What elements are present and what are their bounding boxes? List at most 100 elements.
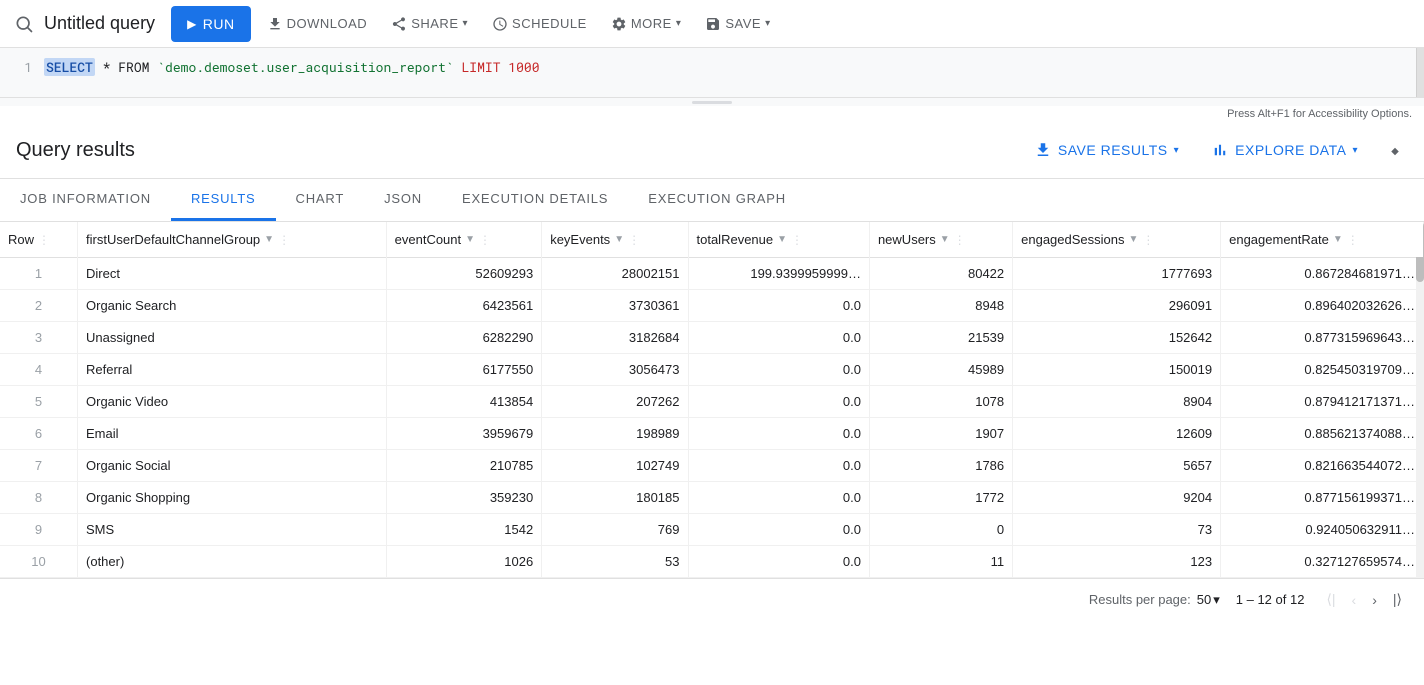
cell-channel: Unassigned <box>78 322 387 354</box>
cell-eventcount: 1542 <box>386 514 542 546</box>
sort-icon-totalrevenue[interactable]: ▼ <box>777 234 787 245</box>
download-icon <box>267 16 283 32</box>
cell-engagedsessions: 9204 <box>1013 482 1221 514</box>
col-resize-channel[interactable]: ⋮ <box>278 233 286 247</box>
prev-page-button[interactable]: ‹ <box>1346 588 1363 612</box>
cell-keyevents: 180185 <box>542 482 688 514</box>
cell-keyevents: 53 <box>542 546 688 578</box>
results-table-container[interactable]: Row ⋮ firstUserDefaultChannelGroup ▼ ⋮ <box>0 222 1424 578</box>
cell-channel: Referral <box>78 354 387 386</box>
col-header-totalrevenue: totalRevenue ▼ ⋮ <box>688 222 869 258</box>
col-resize-totalrevenue[interactable]: ⋮ <box>791 233 799 247</box>
sql-editor[interactable]: 1 SELECT * FROM `demo.demoset.user_acqui… <box>0 48 1424 98</box>
cell-newusers: 0 <box>869 514 1012 546</box>
sql-line-1: 1 SELECT * FROM `demo.demoset.user_acqui… <box>0 56 1424 78</box>
save-results-button[interactable]: SAVE RESULTS ▾ <box>1026 132 1187 168</box>
cell-totalrevenue: 0.0 <box>688 290 869 322</box>
cell-row-num: 4 <box>0 354 78 386</box>
cell-keyevents: 3182684 <box>542 322 688 354</box>
cell-channel: Direct <box>78 258 387 290</box>
download-button[interactable]: DOWNLOAD <box>259 6 376 42</box>
col-header-channel: firstUserDefaultChannelGroup ▼ ⋮ <box>78 222 387 258</box>
cell-channel: Email <box>78 418 387 450</box>
sql-scrollbar[interactable] <box>1416 48 1424 97</box>
sort-icon-channel[interactable]: ▼ <box>264 234 274 245</box>
cell-engagedsessions: 12609 <box>1013 418 1221 450</box>
col-resize-engagementrate[interactable]: ⋮ <box>1347 233 1355 247</box>
vertical-scrollbar[interactable] <box>1416 222 1424 578</box>
cell-engagedsessions: 73 <box>1013 514 1221 546</box>
sort-icon-eventcount[interactable]: ▼ <box>465 234 475 245</box>
line-number: 1 <box>8 58 32 76</box>
first-page-button[interactable]: ⟨| <box>1320 587 1341 612</box>
table-row[interactable]: 5 Organic Video 413854 207262 0.0 1078 8… <box>0 386 1424 418</box>
col-resize-newusers[interactable]: ⋮ <box>954 233 962 247</box>
cell-row-num: 7 <box>0 450 78 482</box>
sql-star: * FROM <box>95 58 157 76</box>
schedule-button[interactable]: SCHEDULE <box>484 6 595 42</box>
sql-table: `demo.demoset.user_acquisition_report` <box>157 58 453 76</box>
tab-job-information[interactable]: JOB INFORMATION <box>0 179 171 221</box>
per-page-chevron-icon: ▾ <box>1213 592 1220 608</box>
sort-icon-engagedsessions[interactable]: ▼ <box>1129 234 1139 245</box>
table-row[interactable]: 7 Organic Social 210785 102749 0.0 1786 … <box>0 450 1424 482</box>
cell-engagedsessions: 5657 <box>1013 450 1221 482</box>
cell-eventcount: 52609293 <box>386 258 542 290</box>
save-button[interactable]: SAVE ▾ <box>697 6 778 42</box>
resize-handle[interactable] <box>0 98 1424 106</box>
cell-engagementrate: 0.885621374088… <box>1221 418 1424 450</box>
col-resize-keyevents[interactable]: ⋮ <box>628 233 636 247</box>
tab-results[interactable]: RESULTS <box>171 179 276 221</box>
top-bar: Untitled query ▶ RUN DOWNLOAD SHARE ▾ SC… <box>0 0 1424 48</box>
cell-row-num: 1 <box>0 258 78 290</box>
explore-data-button[interactable]: EXPLORE DATA ▾ <box>1203 132 1366 168</box>
table-row[interactable]: 10 (other) 1026 53 0.0 11 123 0.32712765… <box>0 546 1424 578</box>
per-page-select[interactable]: 50 ▾ <box>1197 592 1220 608</box>
more-button[interactable]: MORE ▾ <box>603 6 690 42</box>
per-page-label: Results per page: <box>1089 592 1191 607</box>
last-page-button[interactable]: |⟩ <box>1387 587 1408 612</box>
cell-eventcount: 359230 <box>386 482 542 514</box>
share-button[interactable]: SHARE ▾ <box>383 6 476 42</box>
sort-icon-newusers[interactable]: ▼ <box>940 234 950 245</box>
cell-engagementrate: 0.879412171371… <box>1221 386 1424 418</box>
table-row[interactable]: 9 SMS 1542 769 0.0 0 73 0.924050632911… <box>0 514 1424 546</box>
cell-totalrevenue: 0.0 <box>688 546 869 578</box>
tab-execution-details[interactable]: EXECUTION DETAILS <box>442 179 628 221</box>
expand-collapse-button[interactable] <box>1382 137 1408 163</box>
save-results-icon <box>1034 141 1052 159</box>
tab-json[interactable]: JSON <box>364 179 442 221</box>
results-table: Row ⋮ firstUserDefaultChannelGroup ▼ ⋮ <box>0 222 1424 578</box>
sort-icon-keyevents[interactable]: ▼ <box>614 234 624 245</box>
cell-channel: Organic Shopping <box>78 482 387 514</box>
cell-engagementrate: 0.327127659574… <box>1221 546 1424 578</box>
table-row[interactable]: 6 Email 3959679 198989 0.0 1907 12609 0.… <box>0 418 1424 450</box>
table-row[interactable]: 2 Organic Search 6423561 3730361 0.0 894… <box>0 290 1424 322</box>
search-icon <box>12 12 36 36</box>
table-row[interactable]: 4 Referral 6177550 3056473 0.0 45989 150… <box>0 354 1424 386</box>
col-resize-engagedsessions[interactable]: ⋮ <box>1142 233 1150 247</box>
results-header: Query results SAVE RESULTS ▾ EXPLORE DAT… <box>0 122 1424 179</box>
tab-chart[interactable]: CHART <box>276 179 365 221</box>
per-page-value: 50 <box>1197 592 1211 607</box>
cell-row-num: 2 <box>0 290 78 322</box>
table-row[interactable]: 1 Direct 52609293 28002151 199.939995999… <box>0 258 1424 290</box>
table-row[interactable]: 8 Organic Shopping 359230 180185 0.0 177… <box>0 482 1424 514</box>
save-results-chevron-icon: ▾ <box>1174 145 1180 156</box>
explore-data-chevron-icon: ▾ <box>1352 145 1358 156</box>
cell-eventcount: 3959679 <box>386 418 542 450</box>
col-resize-row[interactable]: ⋮ <box>38 233 46 247</box>
cell-engagementrate: 0.924050632911… <box>1221 514 1424 546</box>
col-resize-eventcount[interactable]: ⋮ <box>479 233 487 247</box>
tab-execution-graph[interactable]: EXECUTION GRAPH <box>628 179 806 221</box>
save-chevron-icon: ▾ <box>765 18 771 29</box>
cell-engagementrate: 0.896402032626… <box>1221 290 1424 322</box>
next-page-button[interactable]: › <box>1366 588 1383 612</box>
cell-totalrevenue: 0.0 <box>688 514 869 546</box>
table-row[interactable]: 3 Unassigned 6282290 3182684 0.0 21539 1… <box>0 322 1424 354</box>
run-button[interactable]: ▶ RUN <box>171 6 251 42</box>
cell-eventcount: 1026 <box>386 546 542 578</box>
cell-channel: Organic Search <box>78 290 387 322</box>
sort-icon-engagementrate[interactable]: ▼ <box>1333 234 1343 245</box>
explore-data-icon <box>1211 141 1229 159</box>
